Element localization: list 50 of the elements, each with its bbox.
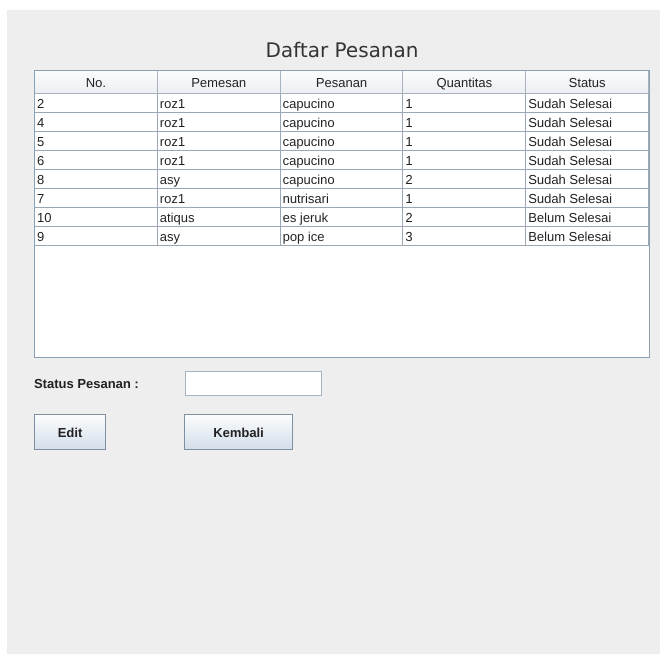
column-header[interactable]: Quantitas xyxy=(403,71,526,94)
table-cell: asy xyxy=(158,170,281,189)
table-cell: 1 xyxy=(403,94,526,113)
status-input-field[interactable] xyxy=(185,370,322,396)
table-cell: Sudah Selesai xyxy=(526,94,649,113)
table-cell: capucino xyxy=(280,113,404,132)
table-cell: Sudah Selesai xyxy=(526,113,649,132)
table-cell: 1 xyxy=(403,113,526,132)
table-cell: es jeruk xyxy=(280,208,404,227)
table-cell: roz1 xyxy=(158,94,281,113)
table-cell: Sudah Selesai xyxy=(526,151,649,170)
table-cell: capucino xyxy=(280,94,404,113)
page-title: Daftar Pesanan xyxy=(264,37,420,64)
column-header[interactable]: Pemesan xyxy=(158,71,281,94)
table-cell: pop ice xyxy=(280,227,404,246)
table-cell: 6 xyxy=(35,151,158,170)
table-cell: 7 xyxy=(35,189,158,208)
table-cell: 1 xyxy=(403,151,526,170)
table-cell: 10 xyxy=(35,208,158,227)
table-cell: Belum Selesai xyxy=(526,227,649,246)
table-cell: Sudah Selesai xyxy=(526,189,649,208)
table-cell: 4 xyxy=(35,113,158,132)
column-header[interactable]: Pesanan xyxy=(280,71,404,94)
table-cell: roz1 xyxy=(158,151,281,170)
table-cell: Sudah Selesai xyxy=(526,132,649,151)
table-cell: 8 xyxy=(35,170,158,189)
table-cell: Belum Selesai xyxy=(526,208,649,227)
table-cell: roz1 xyxy=(158,132,281,151)
table-cell: 3 xyxy=(403,227,526,246)
table-cell: 5 xyxy=(35,132,158,151)
table-cell: 1 xyxy=(403,132,526,151)
table-cell: 9 xyxy=(35,227,158,246)
table-cell: 2 xyxy=(403,170,526,189)
column-header[interactable]: Status xyxy=(526,71,649,94)
table-cell: 2 xyxy=(403,208,526,227)
table-cell: Sudah Selesai xyxy=(526,170,649,189)
table-cell: capucino xyxy=(280,170,404,189)
back-button[interactable]: Kembali xyxy=(184,414,293,450)
table-cell: asy xyxy=(158,227,281,246)
table-cell: roz1 xyxy=(158,113,281,132)
column-header[interactable]: No. xyxy=(35,71,158,94)
table-cell: capucino xyxy=(280,132,404,151)
field-label: Status Pesanan : xyxy=(34,376,140,390)
edit-button[interactable]: Edit xyxy=(34,414,106,450)
table-cell: 1 xyxy=(403,189,526,208)
table-cell: 2 xyxy=(35,94,158,113)
table-cell: roz1 xyxy=(158,189,281,208)
table-cell: atiqus xyxy=(158,208,281,227)
table-cell: capucino xyxy=(280,151,404,170)
table-cell: nutrisari xyxy=(280,189,404,208)
